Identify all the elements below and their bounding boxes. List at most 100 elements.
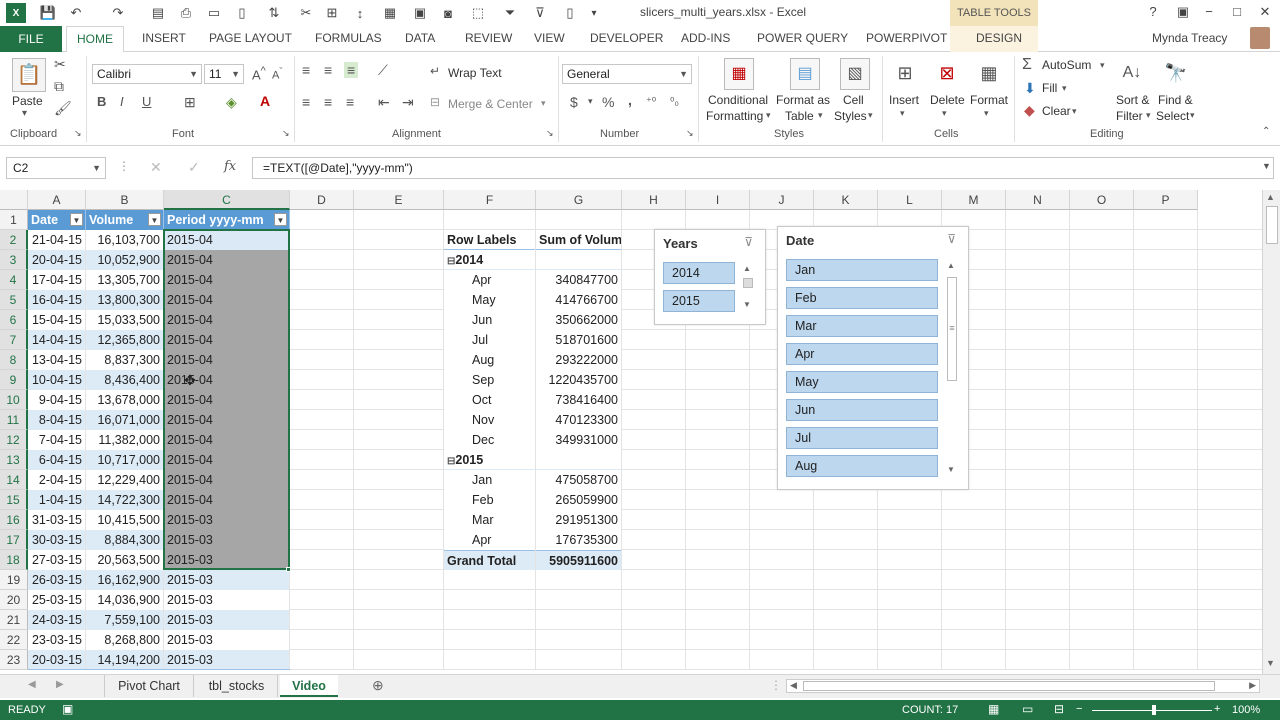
pivot-month-label[interactable]: Jul [444,330,535,350]
camera-icon[interactable]: ◙ [438,3,458,23]
decrease-decimal-icon[interactable]: ⁰₀ [670,95,679,108]
column-header-i[interactable]: I [686,190,750,210]
table-cell[interactable]: 14,194,200 [86,650,163,670]
row-header-17[interactable]: 17 [0,530,28,550]
bottom-align-icon[interactable]: ≡ [344,62,359,78]
scroll-up-icon[interactable]: ▲ [743,264,751,273]
new-sheet-icon[interactable]: ⊕ [372,677,384,694]
zoom-slider-thumb[interactable] [1152,705,1156,715]
table-cell[interactable]: 2015-03 [164,630,289,650]
slicer-item-may[interactable]: May [786,371,938,393]
sort-icon[interactable]: ↕ [350,3,370,23]
conditional-formatting-label-2[interactable]: Formatting [706,109,763,123]
vertical-scrollbar[interactable]: ▲ ▼ [1262,190,1280,674]
page-break-view-icon[interactable]: ⊟ [1054,702,1064,716]
tab-review[interactable]: REVIEW [465,31,512,45]
table-cell[interactable]: 7,559,100 [86,610,163,630]
middle-align-icon[interactable]: ≡ [324,62,332,78]
insert-cells-icon[interactable]: ⊞ [892,58,918,90]
column-header-k[interactable]: K [814,190,878,210]
scroll-down-icon[interactable]: ▼ [947,465,955,474]
column-header-g[interactable]: G [536,190,622,210]
paste-icon[interactable]: 📋 [12,58,46,92]
ribbon-display-button[interactable]: ▣ [1170,4,1196,22]
tab-file[interactable]: FILE [0,26,62,52]
pivot-month-label[interactable]: Feb [444,490,535,510]
paste-dropdown-icon[interactable]: ▾ [22,108,27,119]
row-header-23[interactable]: 23 [0,650,28,670]
scroll-up-icon[interactable]: ▲ [947,261,955,270]
table-cell[interactable]: 27-03-15 [28,550,85,570]
table-cell[interactable]: 31-03-15 [28,510,85,530]
clear-button[interactable]: Clear [1042,104,1071,118]
format-as-table-label-1[interactable]: Format as [776,93,830,107]
chevron-down-icon[interactable]: ▾ [942,108,947,119]
font-color-icon[interactable]: A [260,93,270,109]
row-header-22[interactable]: 22 [0,630,28,650]
tab-powerpivot[interactable]: POWERPIVOT [866,31,947,45]
table-cell[interactable]: 17-04-15 [28,270,85,290]
minimize-button[interactable]: − [1196,4,1222,22]
chevron-down-icon[interactable]: ▾ [868,110,873,121]
row-header-11[interactable]: 11 [0,410,28,430]
pivot-month-value[interactable]: 414766700 [536,290,621,310]
cell-styles-label-2[interactable]: Styles [834,109,867,123]
pivot-year-row[interactable]: ⊟2015 [444,450,535,470]
increase-indent-icon[interactable]: ⇥ [402,94,414,111]
sort-filter-label-1[interactable]: Sort & [1116,93,1149,107]
zoom-level[interactable]: 100% [1232,704,1260,716]
column-header-n[interactable]: N [1006,190,1070,210]
table-cell[interactable]: 8-04-15 [28,410,85,430]
table-cell[interactable]: 10,415,500 [86,510,163,530]
tab-add-ins[interactable]: ADD-INS [681,31,730,45]
formula-input[interactable]: =TEXT([@Date],"yyyy-mm") [252,157,1274,179]
row-header-8[interactable]: 8 [0,350,28,370]
increase-decimal-icon[interactable]: ⁺⁰ [646,95,656,108]
column-header-d[interactable]: D [290,190,354,210]
user-name[interactable]: Mynda Treacy [1152,31,1227,45]
new-icon[interactable]: ▯ [232,3,252,23]
row-header-18[interactable]: 18 [0,550,28,570]
format-button[interactable]: Format [970,93,1008,107]
font-size-combo[interactable]: 11 ▼ [204,64,244,84]
row-header-4[interactable]: 4 [0,270,28,290]
row-header-6[interactable]: 6 [0,310,28,330]
table-cell[interactable]: 13,305,700 [86,270,163,290]
pivot-month-value[interactable]: 1220435700 [536,370,621,390]
enter-icon[interactable]: ✓ [188,159,200,176]
worksheet-grid[interactable]: A B C D E F G H I J K L M N O P 1 2 3 4 5 6 7 8 9 10 11 12 13 14 15 16 1… [0,190,1262,670]
wrap-text-button[interactable]: Wrap Text [448,66,502,80]
underline-icon[interactable]: U [142,94,151,109]
pivot-month-label[interactable]: Apr [444,270,535,290]
pivot-month-value[interactable]: 738416400 [536,390,621,410]
pivot-month-value[interactable]: 340847700 [536,270,621,290]
print-preview-icon[interactable]: ▤ [148,3,168,23]
pivot-month-label[interactable]: Aug [444,350,535,370]
percent-icon[interactable]: % [602,94,614,110]
cancel-icon[interactable]: ✕ [150,159,162,176]
pivot-month-value[interactable]: 293222000 [536,350,621,370]
clear-filter-icon[interactable]: ⊽ [744,235,753,249]
copy-icon[interactable]: ⧉ [54,78,64,95]
undo-icon[interactable]: ↶ [66,3,86,23]
comma-style-icon[interactable]: , [628,92,632,108]
align-right-icon[interactable]: ≡ [346,94,354,110]
pivot-month-label[interactable]: Dec [444,430,535,450]
slicer-item-mar[interactable]: Mar [786,315,938,337]
autosum-button[interactable]: AutoSum [1042,58,1091,72]
slicer-item-aug[interactable]: Aug [786,455,938,477]
table-cell[interactable]: 16,103,700 [86,230,163,250]
filter-icon[interactable]: ⏷ [500,3,520,23]
table-header-cell[interactable]: Volume ▼ [86,210,164,230]
table-cell[interactable]: 20,563,500 [86,550,163,570]
table-cell[interactable]: 8,436,400 [86,370,163,390]
conditional-formatting-icon[interactable]: ▦ [724,58,754,90]
collapse-ribbon-icon[interactable]: ⌃ [1262,126,1270,137]
redo-icon[interactable]: ↷ [108,3,128,23]
tab-developer[interactable]: DEVELOPER [590,31,663,45]
scroll-thumb[interactable] [743,278,753,288]
align-center-icon[interactable]: ≡ [324,94,332,110]
autosum-icon[interactable]: Σ [1022,56,1032,74]
sort-ascending-icon[interactable]: ⇅ [264,3,284,23]
tab-formulas[interactable]: FORMULAS [315,31,382,45]
